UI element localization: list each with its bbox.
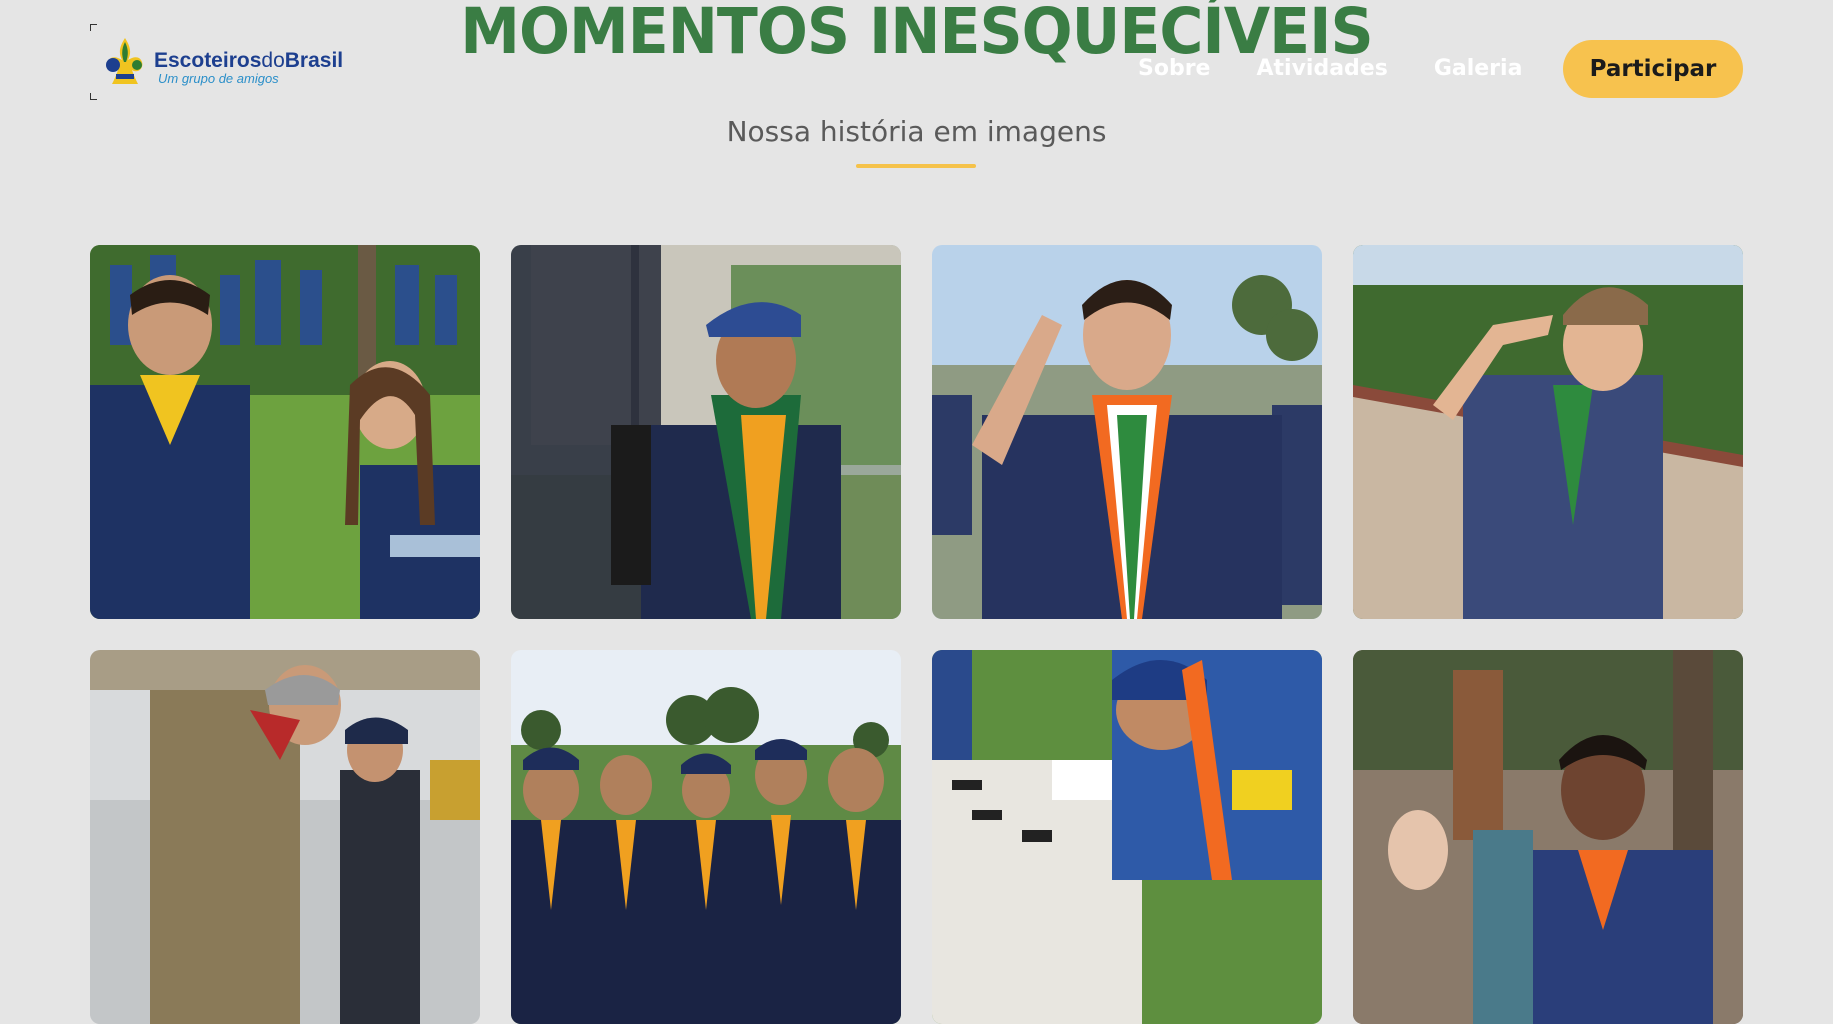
gallery-photo[interactable]	[90, 650, 480, 1024]
photo-young-scout-saluting	[1353, 245, 1743, 619]
nav-link-sobre[interactable]: Sobre	[1138, 50, 1210, 88]
nav-link-atividades[interactable]: Atividades	[1256, 50, 1387, 88]
photo-scouts-table	[932, 650, 1322, 1024]
gallery-photo[interactable]	[1353, 245, 1743, 619]
logo-tagline: Um grupo de amigos	[158, 71, 279, 86]
gallery-photo[interactable]	[1353, 650, 1743, 1024]
main-nav: Sobre Atividades Galeria	[1138, 50, 1522, 88]
photo-scout-saluting	[932, 245, 1322, 619]
photo-gallery	[90, 245, 1743, 1024]
section-title: MOMENTOS INESQUECÍVEIS	[460, 0, 1373, 69]
section-subtitle: Nossa história em imagens	[726, 115, 1107, 148]
gallery-photo[interactable]	[932, 245, 1322, 619]
gallery-photo[interactable]	[932, 650, 1322, 1024]
photo-smiling-boy	[1353, 650, 1743, 1024]
photo-leader-scarf	[90, 650, 480, 1024]
participar-button[interactable]: Participar	[1563, 40, 1743, 98]
logo-focus-corner	[90, 93, 97, 100]
gallery-photo[interactable]	[511, 245, 901, 619]
gallery-photo[interactable]	[511, 650, 901, 1024]
nav-link-galeria[interactable]: Galeria	[1434, 50, 1523, 88]
title-underline	[856, 164, 976, 168]
photo-scouts-laughing	[90, 245, 480, 619]
photo-group-scouts	[511, 650, 901, 1024]
gallery-photo[interactable]	[90, 245, 480, 619]
photo-scout-cap-smiling	[511, 245, 901, 619]
